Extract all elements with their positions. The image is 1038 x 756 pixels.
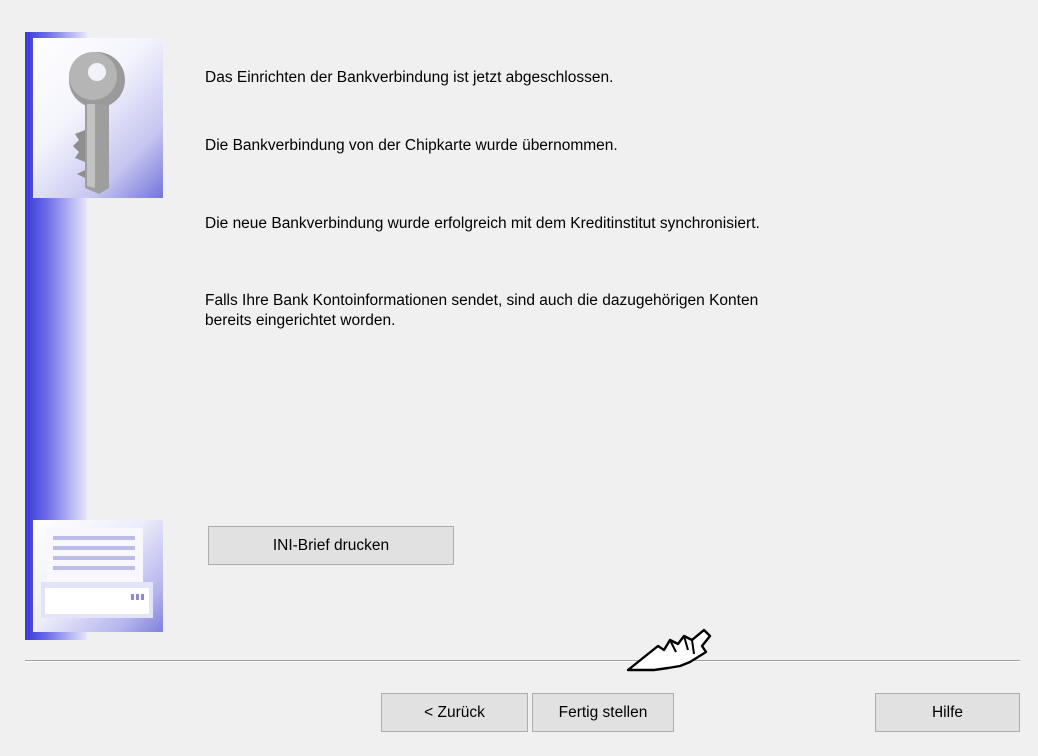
footer-separator xyxy=(25,660,1020,662)
accounts-message: Falls Ihre Bank Kontoinformationen sende… xyxy=(205,291,995,331)
back-button[interactable]: < Zurück xyxy=(381,693,528,732)
accounts-message-line-2: bereits eingerichtet worden. xyxy=(205,312,396,329)
hand-pointer-icon xyxy=(626,628,712,672)
wizard-dialog: Das Einrichten der Bankverbindung ist je… xyxy=(0,0,1038,756)
finish-button[interactable]: Fertig stellen xyxy=(532,693,674,732)
help-button[interactable]: Hilfe xyxy=(875,693,1020,732)
printer-panel xyxy=(33,520,163,632)
accounts-message-line-1: Falls Ihre Bank Kontoinformationen sende… xyxy=(205,292,759,309)
completion-message: Das Einrichten der Bankverbindung ist je… xyxy=(205,69,614,86)
print-ini-letter-button[interactable]: INI-Brief drucken xyxy=(208,526,454,565)
sync-message: Die neue Bankverbindung wurde erfolgreic… xyxy=(205,215,760,232)
key-panel xyxy=(33,38,163,198)
chipcard-message: Die Bankverbindung von der Chipkarte wur… xyxy=(205,137,618,154)
key-icon xyxy=(69,52,125,194)
printer-icon xyxy=(41,528,153,618)
